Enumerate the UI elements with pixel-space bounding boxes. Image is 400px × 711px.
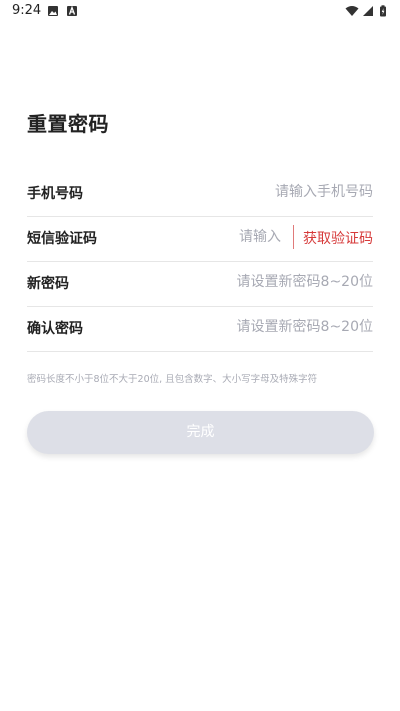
code-input[interactable] (151, 224, 281, 250)
confirm-password-row: 确认密码 (27, 306, 373, 352)
confirm-password-input[interactable] (133, 314, 373, 340)
signal-icon (363, 6, 373, 16)
status-time: 9:24 (12, 3, 42, 18)
page-title: 重置密码 (27, 112, 109, 136)
new-password-input[interactable] (133, 269, 373, 295)
gallery-notification-icon (48, 6, 58, 16)
new-password-label: 新密码 (27, 276, 69, 292)
code-row: 短信验证码 获取验证码 (27, 216, 373, 262)
new-password-row: 新密码 (27, 261, 373, 307)
wifi-icon (345, 6, 359, 16)
battery-charging-icon (380, 5, 386, 17)
phone-input[interactable] (173, 179, 373, 205)
status-bar: 9:24 (0, 0, 400, 24)
code-divider (293, 225, 294, 249)
confirm-password-label: 确认密码 (27, 321, 83, 337)
phone-label: 手机号码 (27, 186, 83, 202)
font-notification-icon (67, 5, 77, 16)
password-hint: 密码长度不小于8位不大于20位, 且包含数字、大小写字母及特殊字符 (27, 374, 318, 385)
code-label: 短信验证码 (27, 231, 97, 247)
submit-button[interactable]: 完成 (27, 411, 374, 454)
phone-row: 手机号码 (27, 171, 373, 217)
get-code-button[interactable]: 获取验证码 (303, 228, 373, 248)
